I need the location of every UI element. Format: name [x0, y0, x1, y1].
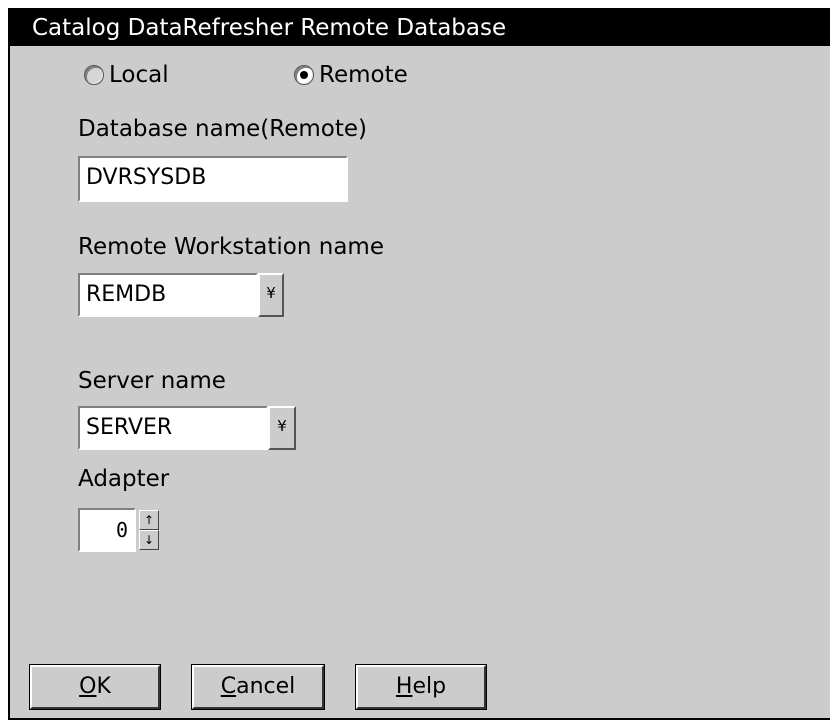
radio-local[interactable]: Local	[84, 62, 169, 88]
ok-button[interactable]: OK	[29, 664, 161, 710]
database-name-label: Database name(Remote)	[78, 116, 367, 142]
spin-up-button[interactable]: ↑	[139, 510, 159, 530]
ok-label-rest: K	[96, 674, 111, 699]
cancel-button[interactable]: Cancel	[191, 664, 325, 710]
workstation-name-combo[interactable]: REMDB	[78, 273, 258, 317]
spin-down-button[interactable]: ↓	[139, 530, 159, 550]
radio-local-label: Local	[109, 62, 169, 88]
adapter-spin-value[interactable]: 0	[78, 508, 136, 552]
cancel-mnemonic: C	[220, 674, 237, 699]
adapter-label: Adapter	[78, 466, 170, 492]
radio-remote[interactable]: Remote	[294, 62, 408, 88]
arrow-up-icon: ↑	[143, 513, 155, 527]
radio-selected-dot	[300, 71, 308, 79]
catalog-dialog: Catalog DataRefresher Remote Database Lo…	[8, 8, 830, 720]
database-name-input[interactable]: DVRSYSDB	[78, 156, 348, 202]
chevron-down-icon: ¥	[277, 417, 287, 435]
help-button[interactable]: Help	[355, 664, 487, 710]
workstation-dropdown-button[interactable]: ¥	[258, 273, 284, 317]
help-mnemonic: H	[395, 674, 413, 699]
server-name-combo[interactable]: SERVER	[78, 406, 268, 450]
arrow-down-icon: ↓	[143, 533, 155, 547]
radio-local-indicator	[84, 65, 104, 85]
radio-remote-indicator	[294, 65, 314, 85]
server-dropdown-button[interactable]: ¥	[268, 406, 296, 450]
server-name-label: Server name	[78, 368, 226, 394]
chevron-down-icon: ¥	[266, 284, 276, 302]
radio-remote-label: Remote	[319, 62, 408, 88]
workstation-name-label: Remote Workstation name	[78, 234, 384, 260]
help-label-rest: elp	[412, 674, 447, 699]
ok-mnemonic: O	[79, 674, 97, 699]
window-title: Catalog DataRefresher Remote Database	[10, 10, 830, 46]
cancel-label-rest: ancel	[236, 674, 296, 699]
